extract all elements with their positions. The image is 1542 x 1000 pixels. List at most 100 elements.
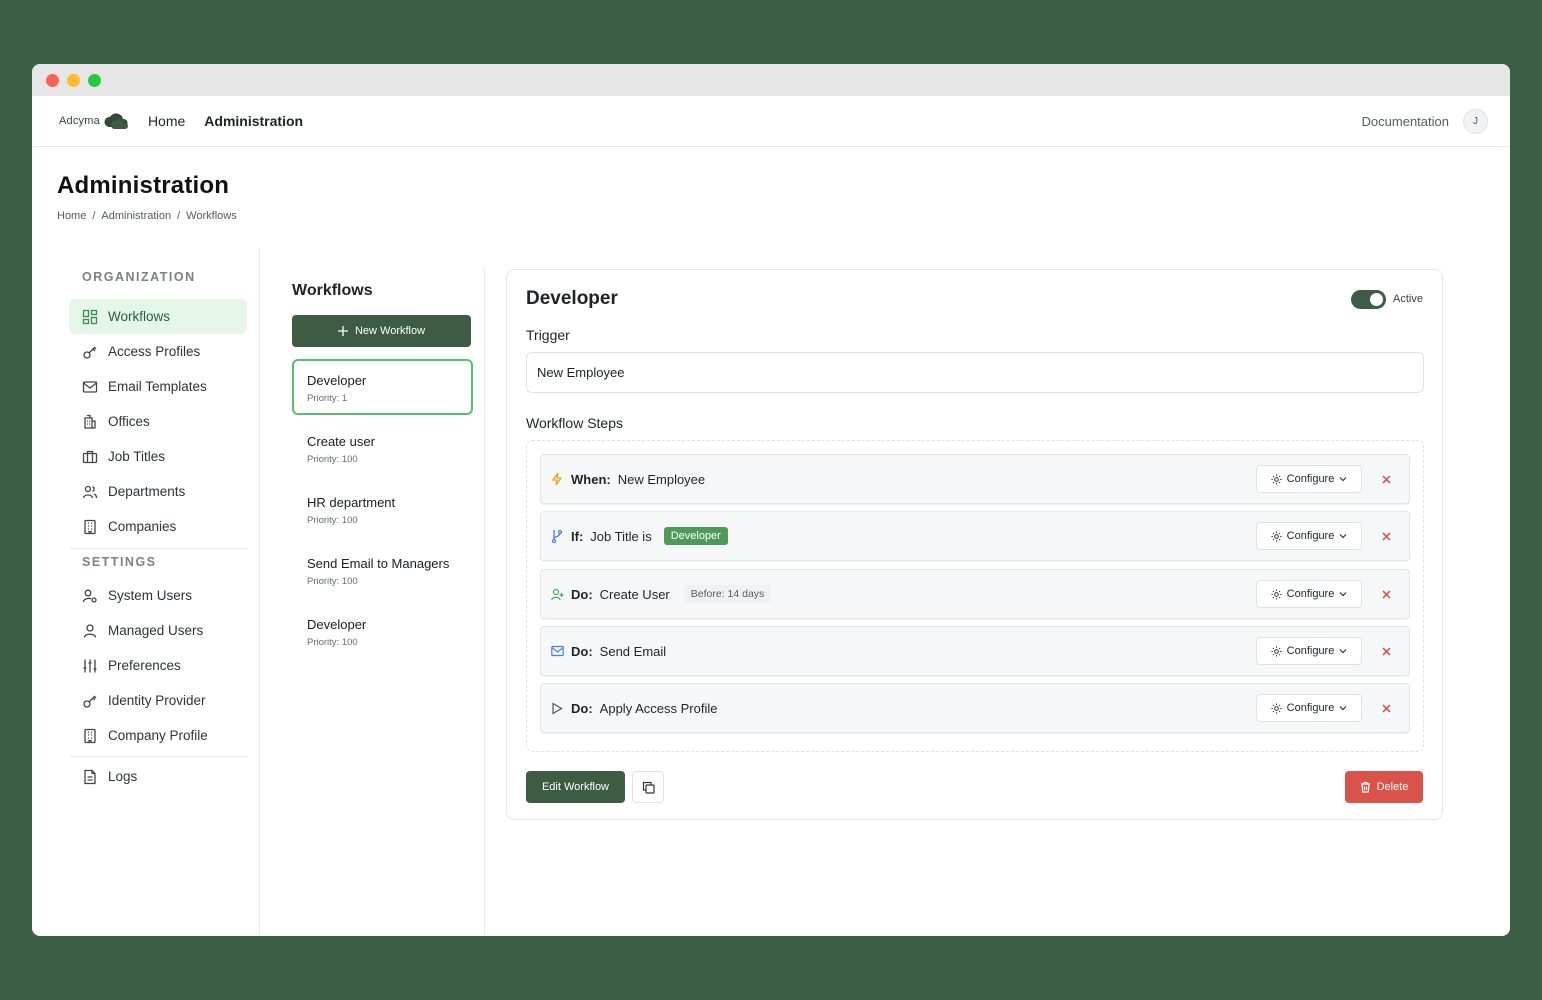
workflow-list-item[interactable]: Create user Priority: 100 bbox=[292, 420, 473, 476]
sidebar-item-departments[interactable]: Departments bbox=[69, 474, 247, 509]
sidebar-item-workflows[interactable]: Workflows bbox=[69, 299, 247, 334]
app-window: Adcyma Home Administration Documentation… bbox=[32, 64, 1510, 936]
workflow-title: Developer bbox=[526, 288, 618, 309]
sidebar-item-managed-users[interactable]: Managed Users bbox=[69, 613, 247, 648]
sidebar-item-logs[interactable]: Logs bbox=[69, 759, 247, 794]
sidebar-item-email-templates[interactable]: Email Templates bbox=[69, 369, 247, 404]
step-kind: If: bbox=[571, 528, 584, 544]
user-plus-icon bbox=[551, 588, 565, 601]
configure-label: Configure bbox=[1286, 473, 1335, 485]
workflow-name: Send Email to Managers bbox=[307, 556, 450, 571]
trigger-label: Trigger bbox=[526, 327, 570, 343]
close-icon bbox=[1381, 647, 1391, 656]
remove-step-button[interactable] bbox=[1380, 643, 1392, 659]
mail-icon bbox=[551, 645, 565, 657]
brand-name: Adcyma bbox=[59, 115, 100, 127]
page-title: Administration bbox=[57, 172, 230, 199]
documentation-link[interactable]: Documentation bbox=[1362, 114, 1449, 129]
chevron-down-icon bbox=[1339, 534, 1347, 539]
office-icon bbox=[84, 519, 96, 534]
close-icon bbox=[1381, 532, 1391, 541]
nav-administration-link[interactable]: Administration bbox=[204, 113, 303, 129]
gear-icon bbox=[1271, 645, 1282, 657]
configure-label: Configure bbox=[1286, 702, 1335, 714]
sidebar-item-label: Logs bbox=[108, 769, 138, 784]
configure-label: Configure bbox=[1286, 588, 1335, 600]
step-text: Create User bbox=[599, 586, 670, 602]
sidebar-item-label: Departments bbox=[108, 484, 186, 499]
sidebar-item-companies[interactable]: Companies bbox=[69, 509, 247, 544]
sidebar-item-access-profiles[interactable]: Access Profiles bbox=[69, 334, 247, 369]
new-workflow-button[interactable]: New Workflow bbox=[292, 315, 471, 347]
maximize-window-button[interactable] bbox=[88, 73, 101, 87]
configure-button[interactable]: Configure bbox=[1256, 694, 1362, 722]
play-icon bbox=[551, 701, 565, 715]
configure-button[interactable]: Configure bbox=[1256, 465, 1362, 493]
user-avatar[interactable]: J bbox=[1463, 108, 1488, 134]
trigger-field[interactable] bbox=[526, 352, 1424, 393]
workflow-card: Developer Active Trigger Workflow Steps … bbox=[506, 269, 1443, 820]
sidebar-item-company-profile[interactable]: Company Profile bbox=[69, 718, 247, 753]
mail-icon bbox=[82, 380, 98, 393]
remove-step-button[interactable] bbox=[1380, 700, 1392, 716]
sidebar-item-job-titles[interactable]: Job Titles bbox=[69, 439, 247, 474]
sidebar-item-identity-provider[interactable]: Identity Provider bbox=[69, 683, 247, 718]
workflow-priority: Priority: 100 bbox=[307, 515, 358, 526]
workflow-priority: Priority: 100 bbox=[307, 454, 358, 465]
workflow-list-item[interactable]: Developer Priority: 1 bbox=[292, 359, 473, 415]
gear-icon bbox=[1271, 530, 1282, 542]
sidebar-item-system-users[interactable]: System Users bbox=[69, 578, 247, 613]
chevron-down-icon bbox=[1339, 477, 1347, 482]
breadcrumb-home[interactable]: Home bbox=[57, 210, 86, 222]
nav-home-link[interactable]: Home bbox=[148, 113, 185, 129]
sidebar-divider bbox=[69, 756, 247, 757]
workflow-name: Create user bbox=[307, 434, 375, 449]
top-navigation: Adcyma Home Administration Documentation… bbox=[32, 96, 1510, 147]
workflow-priority: Priority: 100 bbox=[307, 637, 358, 648]
edit-workflow-button[interactable]: Edit Workflow bbox=[526, 771, 625, 803]
workflow-list-item[interactable]: HR department Priority: 100 bbox=[292, 481, 473, 537]
duplicate-workflow-button[interactable] bbox=[632, 771, 664, 803]
close-window-button[interactable] bbox=[46, 73, 59, 87]
user-icon bbox=[83, 623, 97, 638]
close-icon bbox=[1381, 590, 1391, 599]
briefcase-icon bbox=[82, 450, 98, 463]
configure-button[interactable]: Configure bbox=[1256, 522, 1362, 550]
configure-button[interactable]: Configure bbox=[1256, 580, 1362, 608]
card-footer: Edit Workflow Delete bbox=[526, 771, 1423, 803]
step-kind: Do: bbox=[571, 643, 593, 659]
content-area: ORGANIZATION Workflows Access Profiles E… bbox=[32, 249, 1510, 936]
delete-workflow-button[interactable]: Delete bbox=[1345, 771, 1423, 803]
breadcrumb-administration[interactable]: Administration bbox=[101, 210, 171, 222]
branch-icon bbox=[551, 529, 565, 543]
workflow-list-item[interactable]: Developer Priority: 100 bbox=[292, 603, 473, 659]
gear-icon bbox=[1271, 588, 1282, 600]
trash-icon bbox=[1360, 781, 1370, 793]
remove-step-button[interactable] bbox=[1380, 471, 1392, 487]
grid-icon bbox=[82, 309, 98, 324]
sidebar-divider bbox=[69, 548, 247, 549]
sliders-icon bbox=[83, 659, 97, 672]
sidebar-item-offices[interactable]: Offices bbox=[69, 404, 247, 439]
configure-button[interactable]: Configure bbox=[1256, 637, 1362, 665]
remove-step-button[interactable] bbox=[1380, 586, 1392, 602]
remove-step-button[interactable] bbox=[1380, 528, 1392, 544]
key-icon bbox=[83, 695, 97, 708]
users-icon bbox=[82, 485, 98, 498]
active-toggle[interactable] bbox=[1351, 289, 1387, 309]
workflow-step: When: New Employee Configure bbox=[540, 454, 1410, 504]
chevron-down-icon bbox=[1339, 592, 1347, 597]
gear-icon bbox=[1271, 473, 1282, 485]
chevron-down-icon bbox=[1339, 649, 1347, 654]
step-text: Send Email bbox=[599, 643, 667, 659]
workflow-list-item[interactable]: Send Email to Managers Priority: 100 bbox=[292, 542, 473, 598]
workflow-detail-panel: Developer Active Trigger Workflow Steps … bbox=[485, 249, 1510, 936]
chevron-down-icon bbox=[1339, 706, 1347, 711]
active-label: Active bbox=[1393, 293, 1423, 305]
sidebar-item-preferences[interactable]: Preferences bbox=[69, 648, 247, 683]
workflow-step: Do: Create User Before: 14 days Configur… bbox=[540, 569, 1410, 619]
breadcrumb-workflows: Workflows bbox=[186, 210, 237, 222]
brand-logo[interactable]: Adcyma bbox=[59, 111, 132, 131]
copy-icon bbox=[642, 781, 655, 794]
minimize-window-button[interactable] bbox=[67, 73, 80, 87]
